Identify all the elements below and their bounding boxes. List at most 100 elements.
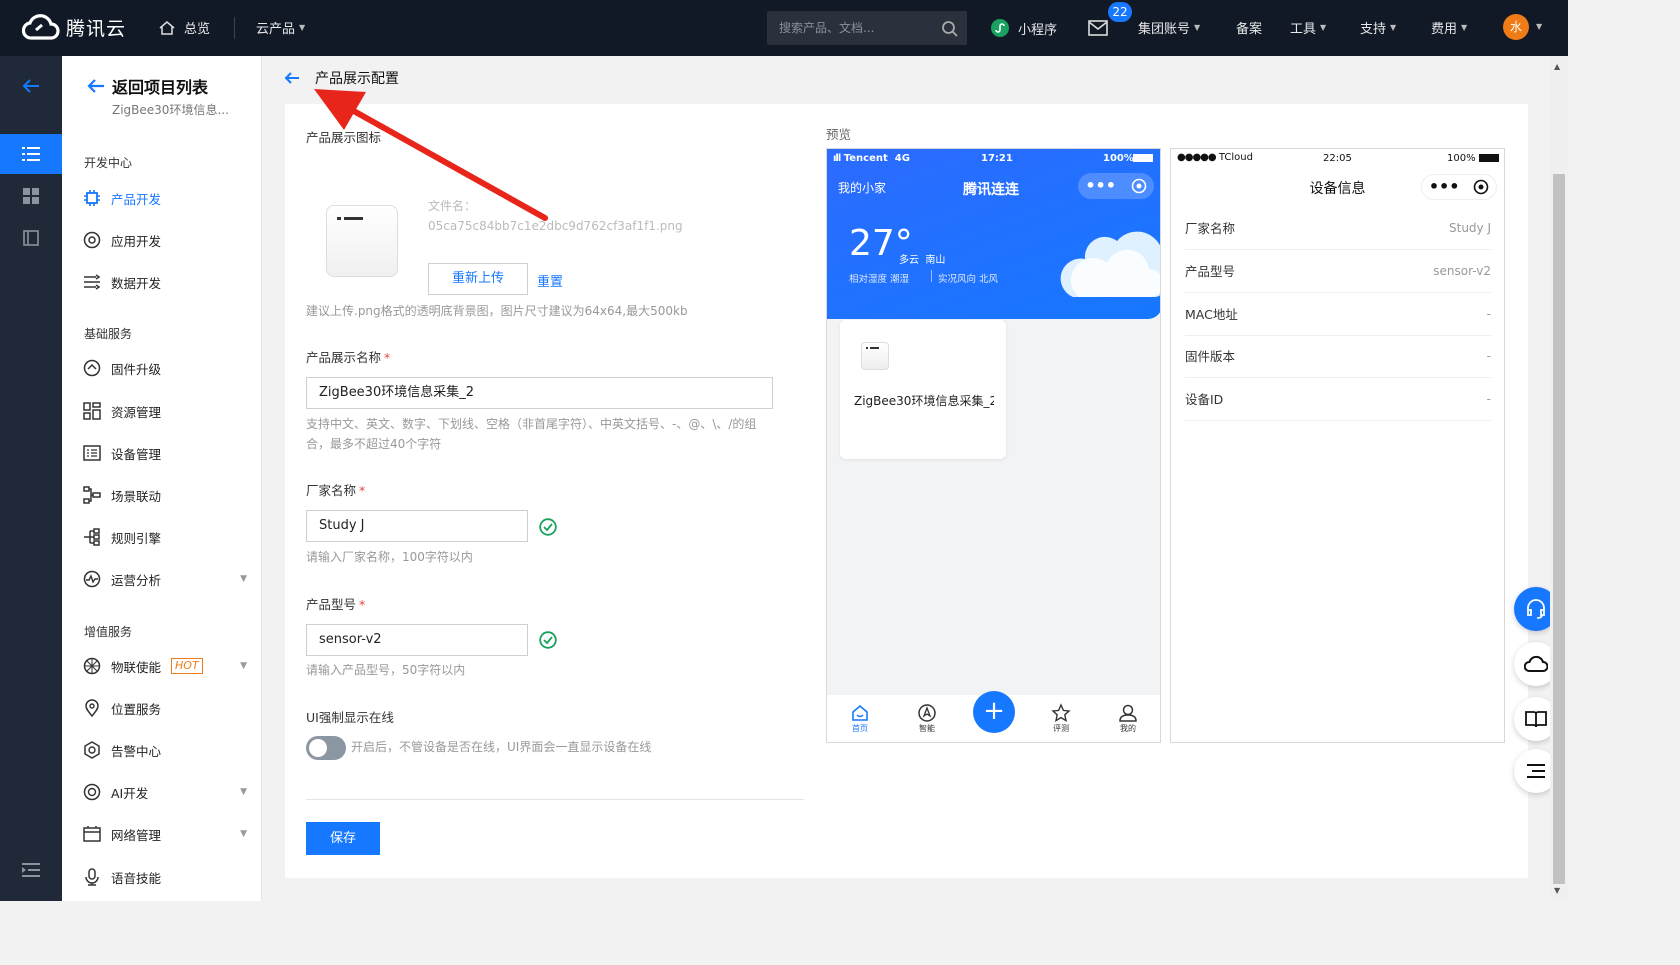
nav-billing[interactable]: 费用 ▼	[1431, 18, 1467, 37]
ui-online-hint: 开启后，不管设备是否在线，UI界面会一直显示设备在线	[351, 740, 652, 754]
app-icon	[82, 230, 102, 250]
menu-item-device[interactable]: 设备管理	[82, 442, 247, 464]
device-name: ZigBee30环境信息采集_2	[854, 394, 994, 408]
nav-tools[interactable]: 工具 ▼	[1290, 18, 1326, 37]
list-icon	[1527, 764, 1545, 778]
menu-item-ai[interactable]: AI开发 ▼	[82, 781, 247, 803]
back-to-projects-link[interactable]: 返回项目列表	[86, 74, 208, 98]
list-icon	[22, 147, 40, 161]
status-battery: 100%	[1103, 153, 1134, 164]
scroll-up-icon[interactable]: ▲	[1554, 62, 1560, 71]
hot-badge: HOT	[171, 658, 203, 674]
maker-input[interactable]: Study J	[306, 510, 528, 542]
scrollbar-thumb[interactable]	[1553, 174, 1565, 884]
capsule-menu[interactable]: •••	[1078, 173, 1154, 199]
reupload-button[interactable]: 重新上传	[428, 263, 528, 295]
nav-overview[interactable]: 总览	[158, 18, 210, 37]
mail-icon[interactable]	[1088, 20, 1108, 36]
chevron-down-icon[interactable]: ▼	[1536, 22, 1542, 31]
capsule-menu[interactable]: •••	[1421, 174, 1497, 200]
info-row-firmware: 固件版本 -	[1185, 335, 1491, 378]
weather-info: 多云 南山	[899, 255, 946, 266]
resource-icon	[82, 401, 102, 421]
menu-item-scene[interactable]: 场景联动	[82, 484, 247, 506]
info-row-mac: MAC地址 -	[1185, 293, 1491, 336]
nav-beian[interactable]: 备案	[1236, 18, 1262, 37]
rail-collapse-button[interactable]	[0, 850, 62, 890]
search-icon[interactable]	[941, 20, 959, 38]
info-row-maker: 厂家名称 Study J	[1185, 207, 1491, 250]
status-battery: 100%	[1447, 153, 1476, 164]
more-dots-icon: •••	[1428, 177, 1460, 196]
menu-item-voice[interactable]: 语音技能	[82, 866, 247, 888]
rail-back-button[interactable]	[0, 66, 62, 106]
nav-miniapp[interactable]: 小程序	[990, 18, 1057, 38]
rail-grid-button[interactable]	[0, 176, 62, 216]
avatar[interactable]: 水	[1503, 14, 1529, 40]
add-device-button[interactable]: +	[973, 691, 1015, 733]
cloud-logo-icon	[22, 14, 60, 40]
device-list-icon	[82, 443, 102, 463]
menu-item-alarm[interactable]: 告警中心	[82, 739, 247, 761]
analytics-icon	[82, 569, 102, 589]
miniapp-icon	[991, 19, 1009, 37]
firmware-upgrade-icon	[82, 358, 102, 378]
tab-mine[interactable]: 我的	[1117, 703, 1139, 734]
brand-logo[interactable]: 腾讯云	[22, 12, 126, 42]
battery-icon	[1133, 154, 1153, 162]
headset-icon	[1527, 599, 1545, 619]
display-name-input[interactable]: ZigBee30环境信息采集_2	[306, 377, 773, 409]
chevron-down-icon: ▼	[1390, 23, 1397, 32]
app-title: 腾讯连连	[963, 182, 1019, 198]
top-bar: 腾讯云 总览 云产品▼ 小程序 22 集团账号▼ 备案 工具▼ 支持▼ 费用▼ …	[0, 0, 1568, 56]
tab-smart[interactable]: 智能	[916, 703, 938, 734]
tab-review[interactable]: 评测	[1050, 703, 1072, 734]
search-input[interactable]	[779, 11, 939, 45]
nav-group-account[interactable]: 集团账号 ▼	[1138, 18, 1200, 37]
arrow-left-icon[interactable]	[283, 70, 301, 86]
page-scrollbar[interactable]: ▲ ▼	[1550, 56, 1568, 901]
home-icon	[159, 20, 175, 35]
mail-count-badge: 22	[1108, 2, 1132, 22]
status-carrier: ●●●●● TCloud	[1177, 152, 1253, 163]
ui-online-toggle[interactable]	[306, 736, 346, 760]
menu-item-network[interactable]: 网络管理 ▼	[82, 823, 247, 845]
chevron-down-icon: ▼	[1461, 23, 1468, 32]
scene-link-icon	[82, 485, 102, 505]
menu-item-product-dev[interactable]: 产品开发	[82, 187, 247, 209]
save-button[interactable]: 保存	[306, 822, 380, 855]
left-rail	[0, 56, 62, 901]
nav-products[interactable]: 云产品 ▼	[256, 18, 305, 37]
menu-item-rule[interactable]: 规则引擎	[82, 526, 247, 548]
menu-item-resource[interactable]: 资源管理	[82, 400, 247, 422]
model-input[interactable]: sensor-v2	[306, 624, 528, 656]
model-hint: 请输入产品型号，50字符以内	[306, 663, 466, 677]
scroll-down-icon[interactable]: ▼	[1554, 886, 1560, 895]
rule-engine-icon	[82, 527, 102, 547]
rail-list-button[interactable]	[0, 134, 62, 174]
brand-name: 腾讯云	[66, 17, 127, 40]
cloud-weather-icon	[1060, 231, 1160, 297]
device-card[interactable]: ZigBee30环境信息采集_2	[840, 320, 1006, 459]
menu-item-app-dev[interactable]: 应用开发	[82, 229, 247, 251]
home-name[interactable]: 我的小家	[838, 179, 886, 196]
menu-item-data-dev[interactable]: 数据开发	[82, 271, 247, 293]
chevron-down-icon: ▼	[240, 829, 247, 839]
reset-link[interactable]: 重置	[537, 271, 563, 290]
menu-item-location[interactable]: 位置服务	[82, 697, 247, 719]
document-icon	[23, 230, 39, 246]
menu-item-iot-enable[interactable]: 物联使能 HOT ▼	[82, 655, 247, 677]
name-label: 产品展示名称 *	[306, 350, 391, 365]
menu-item-firmware[interactable]: 固件升级	[82, 357, 247, 379]
ai-icon	[82, 782, 102, 802]
nav-support[interactable]: 支持 ▼	[1360, 18, 1396, 37]
tab-home[interactable]: 首页	[849, 703, 871, 734]
maker-label: 厂家名称 *	[306, 483, 366, 498]
rail-doc-button[interactable]	[0, 218, 62, 258]
section-value-added: 增值服务	[84, 625, 133, 639]
target-icon	[1131, 178, 1146, 194]
cloud-icon	[1524, 655, 1548, 672]
book-icon	[1525, 711, 1547, 728]
chevron-down-icon: ▼	[240, 787, 247, 797]
menu-item-ops[interactable]: 运营分析 ▼	[82, 568, 247, 590]
